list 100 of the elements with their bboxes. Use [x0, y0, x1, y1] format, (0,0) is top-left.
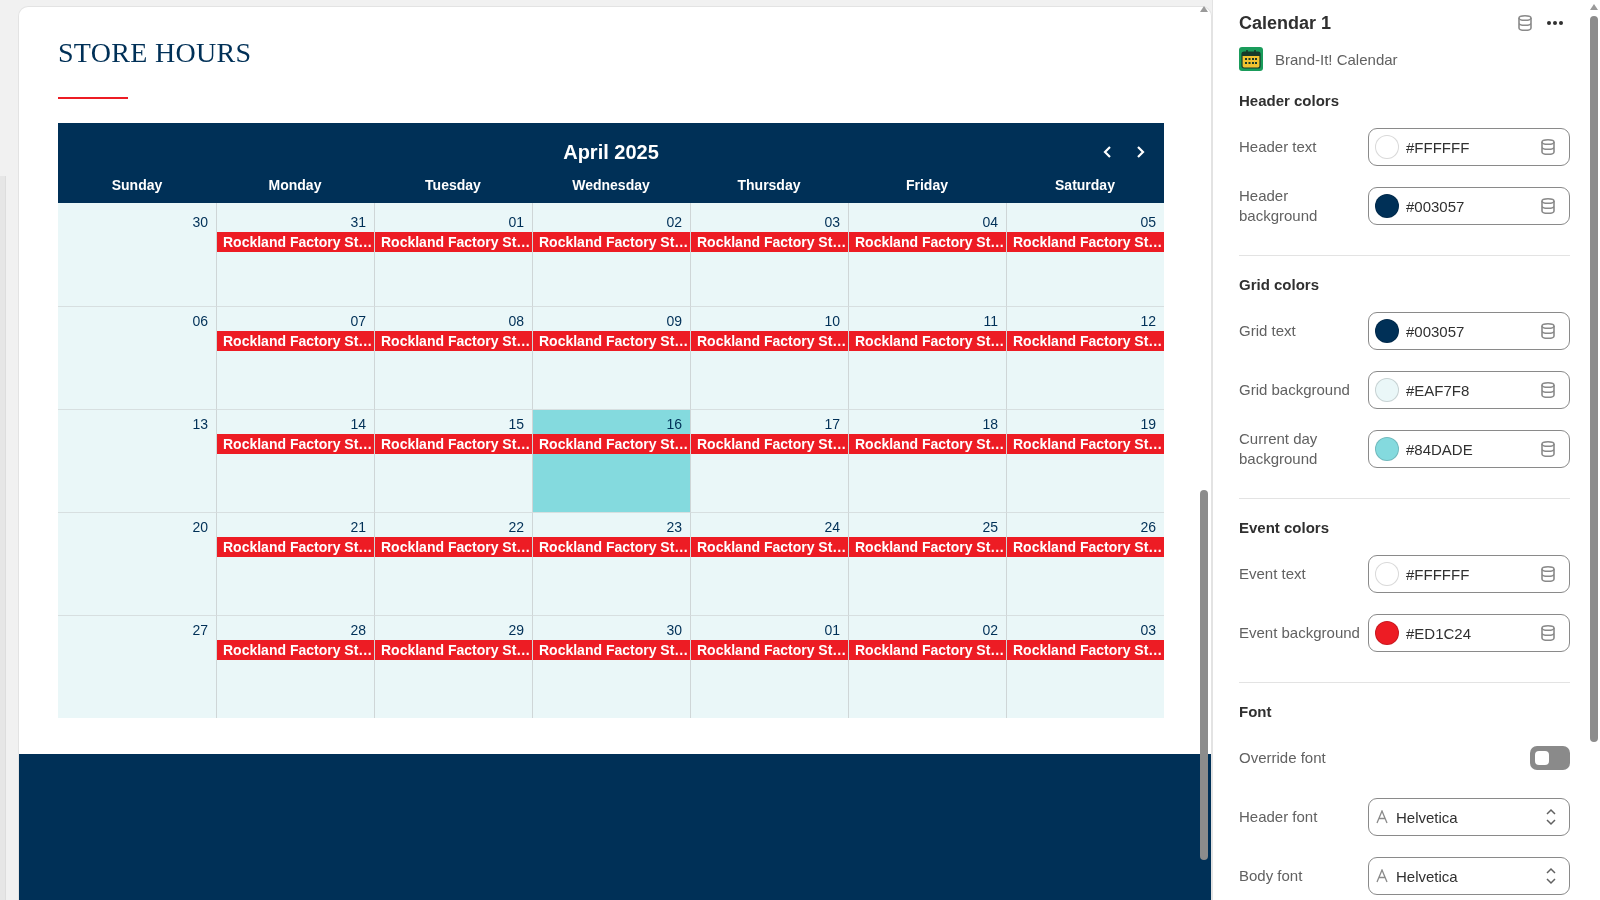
event-bar[interactable]: Rockland Factory St… [691, 331, 848, 351]
database-icon[interactable] [1539, 624, 1557, 642]
event-bar[interactable]: Rockland Factory St… [533, 640, 690, 660]
field-label: Grid text [1239, 320, 1297, 341]
month-title: April 2025 [563, 140, 659, 164]
weekday-label: Saturday [1054, 176, 1116, 195]
weekday-label: Tuesday [424, 176, 482, 195]
event-bar[interactable]: Rockland Factory St… [1007, 434, 1164, 454]
scroll-up-arrow-icon[interactable] [1200, 6, 1208, 12]
event-bar[interactable]: Rockland Factory St… [849, 232, 1006, 252]
day-number: 05 [1140, 214, 1156, 230]
title-underline [58, 97, 128, 99]
color-field[interactable]: #003057 [1368, 187, 1570, 225]
field-label: Header text [1239, 136, 1318, 157]
day-number: 02 [666, 214, 682, 230]
event-bar[interactable]: Rockland Factory St… [849, 640, 1006, 660]
panel-title: Calendar 1 [1239, 12, 1333, 34]
event-bar[interactable]: Rockland Factory St… [217, 232, 374, 252]
color-field[interactable]: #FFFFFF [1368, 555, 1570, 593]
weekday-label: Thursday [736, 176, 802, 195]
font-select[interactable]: Helvetica [1368, 798, 1570, 836]
event-bar[interactable]: Rockland Factory St… [691, 232, 848, 252]
day-number: 25 [982, 519, 998, 535]
event-bar[interactable]: Rockland Factory St… [533, 232, 690, 252]
calendar-app-icon [1239, 47, 1263, 71]
section-heading: Event colors [1239, 519, 1331, 536]
page-title: STORE HOURS [58, 37, 253, 69]
day-number: 31 [350, 214, 366, 230]
event-bar[interactable]: Rockland Factory St… [849, 434, 1006, 454]
event-bar[interactable]: Rockland Factory St… [217, 537, 374, 557]
event-bar[interactable]: Rockland Factory St… [375, 232, 532, 252]
event-bar[interactable]: Rockland Factory St… [217, 640, 374, 660]
weekday-label: Sunday [110, 176, 164, 195]
database-icon[interactable] [1539, 381, 1557, 399]
event-bar[interactable]: Rockland Factory St… [1007, 640, 1164, 660]
day-number: 11 [983, 313, 998, 329]
event-bar[interactable]: Rockland Factory St… [849, 537, 1006, 557]
database-icon[interactable] [1539, 440, 1557, 458]
day-number: 17 [824, 416, 840, 432]
day-number: 22 [508, 519, 524, 535]
event-bar[interactable]: Rockland Factory St… [691, 537, 848, 557]
field-label: Grid background [1239, 379, 1351, 400]
event-bar[interactable]: Rockland Factory St… [1007, 537, 1164, 557]
field-label: Body font [1239, 865, 1304, 886]
event-bar[interactable]: Rockland Factory St… [217, 434, 374, 454]
day-number: 08 [508, 313, 524, 329]
day-number: 20 [192, 519, 208, 535]
day-number: 27 [192, 622, 208, 638]
day-number: 04 [982, 214, 998, 230]
color-field[interactable]: #84DADE [1368, 430, 1570, 468]
font-select[interactable]: Helvetica [1368, 857, 1570, 895]
event-bar[interactable]: Rockland Factory St… [849, 331, 1006, 351]
day-number: 30 [666, 622, 682, 638]
font-icon [1375, 869, 1389, 883]
day-number: 06 [192, 313, 208, 329]
event-bar[interactable]: Rockland Factory St… [1007, 331, 1164, 351]
day-number: 12 [1140, 313, 1156, 329]
day-number: 02 [982, 622, 998, 638]
more-icon[interactable] [1546, 20, 1564, 26]
day-number: 19 [1140, 416, 1156, 432]
database-icon[interactable] [1539, 197, 1557, 215]
day-number: 03 [824, 214, 840, 230]
day-number: 01 [508, 214, 524, 230]
day-number: 09 [666, 313, 682, 329]
event-bar[interactable]: Rockland Factory St… [1007, 232, 1164, 252]
day-number: 23 [666, 519, 682, 535]
section-heading: Font [1239, 703, 1273, 720]
scrollbar[interactable] [1589, 2, 1598, 742]
color-field[interactable]: #ED1C24 [1368, 614, 1570, 652]
event-bar[interactable]: Rockland Factory St… [375, 640, 532, 660]
weekday-label: Monday [267, 176, 323, 195]
day-number: 29 [508, 622, 524, 638]
day-number: 14 [350, 416, 366, 432]
day-number: 24 [824, 519, 840, 535]
event-bar[interactable]: Rockland Factory St… [533, 537, 690, 557]
field-label: Header background [1239, 185, 1319, 226]
day-number: 26 [1140, 519, 1156, 535]
database-icon[interactable] [1539, 138, 1557, 156]
up-down-chevron-icon [1545, 867, 1557, 885]
color-field[interactable]: #FFFFFF [1368, 128, 1570, 166]
color-field[interactable]: #EAF7F8 [1368, 371, 1570, 409]
event-bar[interactable]: Rockland Factory St… [691, 640, 848, 660]
event-bar[interactable]: Rockland Factory St… [533, 434, 690, 454]
toggle-switch[interactable] [1530, 746, 1570, 770]
day-number: 07 [350, 313, 366, 329]
scroll-up-arrow-icon[interactable] [1590, 4, 1598, 10]
section-heading: Grid colors [1239, 276, 1321, 293]
event-bar[interactable]: Rockland Factory St… [533, 331, 690, 351]
database-icon[interactable] [1516, 14, 1534, 32]
field-label: Event text [1239, 563, 1307, 584]
database-icon[interactable] [1539, 322, 1557, 340]
event-bar[interactable]: Rockland Factory St… [691, 434, 848, 454]
event-bar[interactable]: Rockland Factory St… [375, 537, 532, 557]
database-icon[interactable] [1539, 565, 1557, 583]
event-bar[interactable]: Rockland Factory St… [217, 331, 374, 351]
field-label: Event background [1239, 622, 1361, 643]
event-bar[interactable]: Rockland Factory St… [375, 331, 532, 351]
color-field[interactable]: #003057 [1368, 312, 1570, 350]
event-bar[interactable]: Rockland Factory St… [375, 434, 532, 454]
field-label: Override font [1239, 747, 1327, 768]
